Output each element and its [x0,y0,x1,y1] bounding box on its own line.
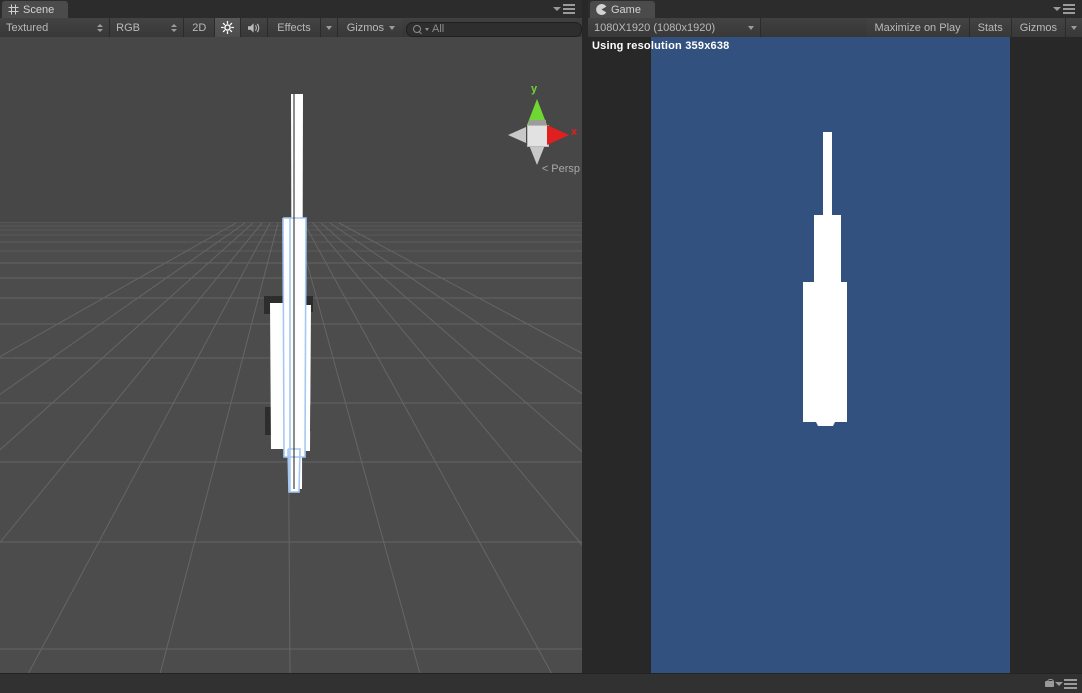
gizmos-label: Gizmos [346,21,384,34]
speaker-icon [247,22,261,34]
gizmo-axis-y-label: y [531,83,538,95]
gizmo-projection-toggle[interactable]: < Persp [510,163,580,175]
hamburger-menu-icon [1063,4,1075,14]
color-mode-dropdown[interactable]: RGB [110,18,185,37]
chevron-down-icon [1071,25,1077,30]
resolution-label: 1080X1920 (1080x1920) [594,21,716,34]
effects-dropdown-arrow[interactable] [320,18,338,37]
gizmo-axis-negy-cone[interactable] [529,145,545,165]
hamburger-menu-icon [563,4,575,14]
gizmo-axis-x-cone[interactable] [547,125,569,145]
stats-label: Stats [977,21,1003,34]
scene-selected-object[interactable] [0,37,582,674]
tab-game[interactable]: Game [590,1,655,18]
maximize-on-play-label: Maximize on Play [874,21,961,34]
game-viewport[interactable]: Using resolution 359x638 [588,37,1082,675]
object-right-base [296,305,311,451]
game-resolution-overlay: Using resolution 359x638 [592,40,730,52]
scene-search-placeholder: All [432,23,445,35]
gizmo-projection-label: Persp [551,163,580,175]
maximize-on-play-button[interactable]: Maximize on Play [866,18,970,37]
chevron-down-icon [1053,7,1061,11]
stats-button[interactable]: Stats [969,18,1012,37]
game-toolbar-spacer [761,18,866,37]
search-icon [413,24,422,35]
chevron-down-icon [1055,682,1063,686]
tower-base-pedestal [803,415,847,426]
draw-mode-dropdown[interactable]: Textured [0,18,111,37]
lock-chevron-icon: < [541,163,549,175]
gizmo-center-cube[interactable] [527,125,549,147]
updown-arrows-icon [97,23,104,32]
chevron-down-icon [325,25,332,30]
toggle-2d-button[interactable]: 2D [184,18,216,37]
color-mode-label: RGB [116,21,140,34]
hamburger-menu-icon [1064,679,1077,689]
gizmos-dropdown[interactable]: Gizmos [337,18,402,37]
resolution-dropdown[interactable]: 1080X1920 (1080x1920) [588,18,761,37]
lock-icon[interactable] [1045,679,1054,687]
status-bar [0,673,1082,693]
game-panel: Game 1080X1920 (1080x1920) Maximize on P… [588,0,1082,675]
game-panel-menu-icon[interactable] [1053,4,1075,14]
game-toolbar: 1080X1920 (1080x1920) Maximize on Play S… [588,18,1082,38]
scene-panel-menu-icon[interactable] [553,4,575,14]
game-rendered-object [803,132,847,426]
scene-panel: Scene Textured RGB 2D Effects Gizmos All… [0,0,582,674]
updown-arrows-icon [171,23,178,32]
status-bar-menu-icon[interactable] [1055,679,1077,689]
chevron-down-icon [748,25,754,30]
audio-toggle-button[interactable] [241,18,269,37]
tab-game-label: Game [611,3,641,16]
draw-mode-label: Textured [6,21,49,34]
scene-search-field[interactable]: All [406,21,582,37]
scene-grid-icon [8,4,19,15]
gizmo-axis-x-label: x [571,126,578,138]
scene-search-container: All [402,18,582,37]
tower-upper-shaft [814,215,841,293]
scene-orientation-gizmo[interactable]: y x < Persp [500,77,580,177]
chevron-down-icon [389,25,395,30]
scene-tabbar: Scene [0,0,582,18]
game-render-area[interactable] [651,37,1010,675]
effects-button[interactable]: Effects [268,18,321,37]
toggle-2d-label: 2D [192,21,207,34]
tab-scene[interactable]: Scene [2,1,69,18]
tower-main-body [803,282,847,422]
game-gizmos-button[interactable]: Gizmos [1011,18,1066,37]
game-gizmos-dropdown-arrow[interactable] [1066,18,1082,37]
tab-scene-label: Scene [23,3,55,16]
gizmo-axis-negx-cone[interactable] [508,127,526,143]
scene-viewport[interactable]: y x < Persp [0,37,582,674]
lighting-toggle-button[interactable] [215,18,242,37]
scene-toolbar: Textured RGB 2D Effects Gizmos All [0,18,582,38]
object-left-base [270,303,289,449]
chevron-down-icon [553,7,561,11]
game-pacman-icon [596,4,607,15]
game-tabbar: Game [588,0,1082,18]
game-gizmos-label: Gizmos [1019,21,1057,34]
chevron-down-icon [425,27,429,31]
unity-editor-window: Scene Textured RGB 2D Effects Gizmos All… [0,0,1082,693]
effects-label: Effects [277,21,311,34]
sun-icon [221,20,235,35]
